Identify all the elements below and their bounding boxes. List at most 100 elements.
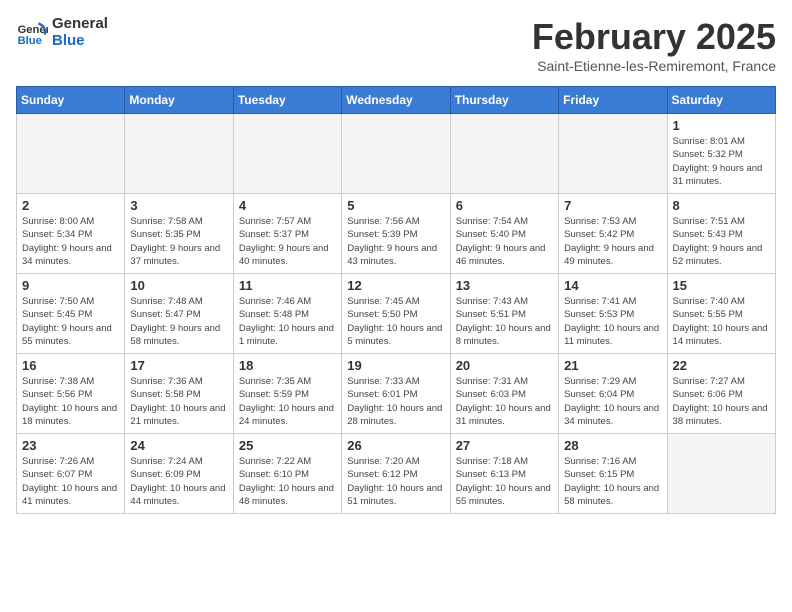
calendar-body: 1 Sunrise: 8:01 AM Sunset: 5:32 PM Daylig… — [17, 114, 776, 514]
svg-text:Blue: Blue — [18, 35, 42, 47]
weekday-header: Tuesday — [233, 87, 341, 114]
calendar-table: SundayMondayTuesdayWednesdayThursdayFrid… — [16, 86, 776, 514]
calendar-cell — [559, 114, 667, 194]
day-number: 12 — [347, 278, 444, 293]
day-number: 14 — [564, 278, 661, 293]
day-number: 19 — [347, 358, 444, 373]
day-info: Sunrise: 7:48 AM Sunset: 5:47 PM Dayligh… — [130, 295, 227, 348]
day-number: 27 — [456, 438, 553, 453]
calendar-cell: 20 Sunrise: 7:31 AM Sunset: 6:03 PM Dayli… — [450, 354, 558, 434]
day-info: Sunrise: 7:56 AM Sunset: 5:39 PM Dayligh… — [347, 215, 444, 268]
day-info: Sunrise: 7:22 AM Sunset: 6:10 PM Dayligh… — [239, 455, 336, 508]
calendar-cell: 23 Sunrise: 7:26 AM Sunset: 6:07 PM Dayli… — [17, 434, 125, 514]
day-info: Sunrise: 7:26 AM Sunset: 6:07 PM Dayligh… — [22, 455, 119, 508]
day-number: 6 — [456, 198, 553, 213]
day-info: Sunrise: 7:35 AM Sunset: 5:59 PM Dayligh… — [239, 375, 336, 428]
weekday-header: Thursday — [450, 87, 558, 114]
day-number: 2 — [22, 198, 119, 213]
calendar-cell — [233, 114, 341, 194]
day-number: 16 — [22, 358, 119, 373]
day-number: 28 — [564, 438, 661, 453]
calendar-header-row: SundayMondayTuesdayWednesdayThursdayFrid… — [17, 87, 776, 114]
calendar-cell: 3Sunrise: 7:58 AM Sunset: 5:35 PM Daylig… — [125, 194, 233, 274]
logo-icon: General Blue — [16, 17, 48, 49]
day-number: 22 — [673, 358, 770, 373]
calendar-cell: 1 Sunrise: 8:01 AM Sunset: 5:32 PM Daylig… — [667, 114, 775, 194]
day-number: 10 — [130, 278, 227, 293]
day-info: Sunrise: 7:20 AM Sunset: 6:12 PM Dayligh… — [347, 455, 444, 508]
day-info: Sunrise: 8:01 AM Sunset: 5:32 PM Dayligh… — [673, 135, 770, 188]
calendar-cell: 16Sunrise: 7:38 AM Sunset: 5:56 PM Dayli… — [17, 354, 125, 434]
day-info: Sunrise: 7:27 AM Sunset: 6:06 PM Dayligh… — [673, 375, 770, 428]
calendar-cell: 25 Sunrise: 7:22 AM Sunset: 6:10 PM Dayli… — [233, 434, 341, 514]
logo-general: General — [52, 16, 108, 33]
day-info: Sunrise: 7:24 AM Sunset: 6:09 PM Dayligh… — [130, 455, 227, 508]
day-info: Sunrise: 7:50 AM Sunset: 5:45 PM Dayligh… — [22, 295, 119, 348]
calendar-cell: 13 Sunrise: 7:43 AM Sunset: 5:51 PM Dayli… — [450, 274, 558, 354]
calendar-cell — [667, 434, 775, 514]
weekday-header: Saturday — [667, 87, 775, 114]
day-info: Sunrise: 7:51 AM Sunset: 5:43 PM Dayligh… — [673, 215, 770, 268]
day-info: Sunrise: 7:36 AM Sunset: 5:58 PM Dayligh… — [130, 375, 227, 428]
day-number: 21 — [564, 358, 661, 373]
day-number: 5 — [347, 198, 444, 213]
month-title: February 2025 — [532, 16, 776, 58]
logo: General Blue General Blue — [16, 16, 108, 49]
calendar-cell: 11 Sunrise: 7:46 AM Sunset: 5:48 PM Dayli… — [233, 274, 341, 354]
day-info: Sunrise: 7:58 AM Sunset: 5:35 PM Dayligh… — [130, 215, 227, 268]
calendar-cell: 18 Sunrise: 7:35 AM Sunset: 5:59 PM Dayli… — [233, 354, 341, 434]
day-info: Sunrise: 7:53 AM Sunset: 5:42 PM Dayligh… — [564, 215, 661, 268]
calendar-cell: 5 Sunrise: 7:56 AM Sunset: 5:39 PM Daylig… — [342, 194, 450, 274]
day-number: 13 — [456, 278, 553, 293]
day-number: 20 — [456, 358, 553, 373]
calendar-cell: 4Sunrise: 7:57 AM Sunset: 5:37 PM Daylig… — [233, 194, 341, 274]
calendar-cell: 9 Sunrise: 7:50 AM Sunset: 5:45 PM Daylig… — [17, 274, 125, 354]
calendar-cell: 17 Sunrise: 7:36 AM Sunset: 5:58 PM Dayli… — [125, 354, 233, 434]
weekday-header: Monday — [125, 87, 233, 114]
day-number: 18 — [239, 358, 336, 373]
calendar-cell — [342, 114, 450, 194]
calendar-cell: 22 Sunrise: 7:27 AM Sunset: 6:06 PM Dayli… — [667, 354, 775, 434]
day-info: Sunrise: 7:29 AM Sunset: 6:04 PM Dayligh… — [564, 375, 661, 428]
calendar-cell: 2Sunrise: 8:00 AM Sunset: 5:34 PM Daylig… — [17, 194, 125, 274]
calendar-cell: 21 Sunrise: 7:29 AM Sunset: 6:04 PM Dayli… — [559, 354, 667, 434]
weekday-header: Sunday — [17, 87, 125, 114]
day-info: Sunrise: 7:46 AM Sunset: 5:48 PM Dayligh… — [239, 295, 336, 348]
calendar-cell: 8Sunrise: 7:51 AM Sunset: 5:43 PM Daylig… — [667, 194, 775, 274]
calendar-cell: 24 Sunrise: 7:24 AM Sunset: 6:09 PM Dayli… — [125, 434, 233, 514]
calendar-cell: 19 Sunrise: 7:33 AM Sunset: 6:01 PM Dayli… — [342, 354, 450, 434]
title-area: February 2025 Saint-Etienne-les-Remiremo… — [532, 16, 776, 74]
calendar-week-row: 9 Sunrise: 7:50 AM Sunset: 5:45 PM Daylig… — [17, 274, 776, 354]
calendar-cell — [17, 114, 125, 194]
calendar-cell: 28 Sunrise: 7:16 AM Sunset: 6:15 PM Dayli… — [559, 434, 667, 514]
day-number: 11 — [239, 278, 336, 293]
day-info: Sunrise: 7:31 AM Sunset: 6:03 PM Dayligh… — [456, 375, 553, 428]
day-number: 23 — [22, 438, 119, 453]
day-number: 24 — [130, 438, 227, 453]
calendar-cell: 10 Sunrise: 7:48 AM Sunset: 5:47 PM Dayli… — [125, 274, 233, 354]
day-info: Sunrise: 7:45 AM Sunset: 5:50 PM Dayligh… — [347, 295, 444, 348]
subtitle: Saint-Etienne-les-Remiremont, France — [532, 58, 776, 74]
calendar-cell: 14Sunrise: 7:41 AM Sunset: 5:53 PM Dayli… — [559, 274, 667, 354]
calendar-cell: 26Sunrise: 7:20 AM Sunset: 6:12 PM Dayli… — [342, 434, 450, 514]
day-info: Sunrise: 7:57 AM Sunset: 5:37 PM Dayligh… — [239, 215, 336, 268]
day-info: Sunrise: 7:33 AM Sunset: 6:01 PM Dayligh… — [347, 375, 444, 428]
day-info: Sunrise: 7:18 AM Sunset: 6:13 PM Dayligh… — [456, 455, 553, 508]
day-info: Sunrise: 7:40 AM Sunset: 5:55 PM Dayligh… — [673, 295, 770, 348]
day-number: 25 — [239, 438, 336, 453]
calendar-week-row: 1 Sunrise: 8:01 AM Sunset: 5:32 PM Daylig… — [17, 114, 776, 194]
day-number: 7 — [564, 198, 661, 213]
calendar-week-row: 23 Sunrise: 7:26 AM Sunset: 6:07 PM Dayli… — [17, 434, 776, 514]
day-info: Sunrise: 7:54 AM Sunset: 5:40 PM Dayligh… — [456, 215, 553, 268]
day-number: 9 — [22, 278, 119, 293]
calendar-cell: 7 Sunrise: 7:53 AM Sunset: 5:42 PM Daylig… — [559, 194, 667, 274]
day-number: 1 — [673, 118, 770, 133]
day-number: 17 — [130, 358, 227, 373]
day-info: Sunrise: 7:43 AM Sunset: 5:51 PM Dayligh… — [456, 295, 553, 348]
day-info: Sunrise: 7:16 AM Sunset: 6:15 PM Dayligh… — [564, 455, 661, 508]
calendar-cell — [450, 114, 558, 194]
calendar-week-row: 2Sunrise: 8:00 AM Sunset: 5:34 PM Daylig… — [17, 194, 776, 274]
calendar-cell: 27 Sunrise: 7:18 AM Sunset: 6:13 PM Dayli… — [450, 434, 558, 514]
weekday-header: Wednesday — [342, 87, 450, 114]
calendar-cell: 6 Sunrise: 7:54 AM Sunset: 5:40 PM Daylig… — [450, 194, 558, 274]
